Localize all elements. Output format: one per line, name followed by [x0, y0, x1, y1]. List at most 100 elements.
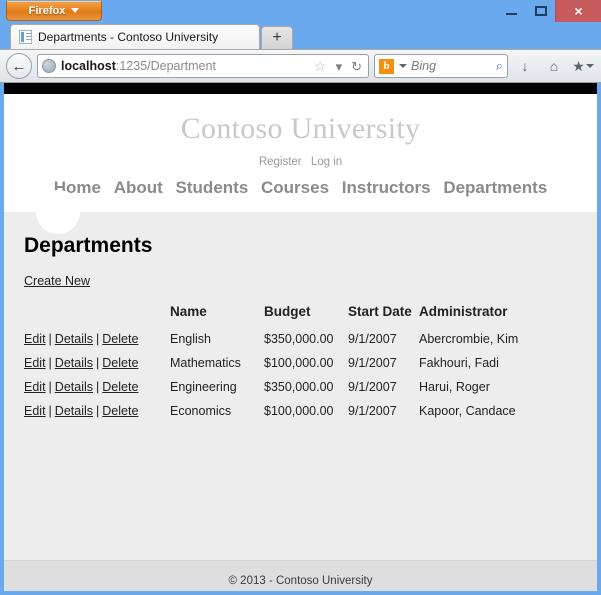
bookmarks-button[interactable]: ★	[571, 54, 595, 78]
action-separator: |	[48, 356, 52, 370]
action-separator: |	[96, 404, 100, 418]
browser-window: Firefox × Departments - Contoso Universi…	[0, 0, 601, 595]
column-header-name: Name	[170, 304, 207, 319]
new-tab-button[interactable]: +	[261, 26, 293, 49]
globe-icon	[42, 59, 56, 73]
chevron-down-icon[interactable]: ▾	[334, 60, 345, 73]
search-bar[interactable]: b Bing ⌕	[374, 54, 508, 78]
action-separator: |	[96, 356, 100, 370]
url-path: :1235/Department	[115, 59, 216, 73]
page-top-black-bar	[4, 83, 597, 94]
details-link[interactable]: Details	[55, 332, 93, 346]
column-header-start-date: Start Date	[348, 304, 412, 319]
page-viewport: Contoso University Register Log in Home …	[0, 83, 601, 595]
row-actions: Edit | Details | Delete	[24, 399, 170, 423]
cell-name: Engineering	[170, 380, 237, 394]
bookmarks-star-icon: ★	[572, 57, 585, 74]
minimize-button[interactable]	[497, 0, 526, 22]
cell-administrator: Kapoor, Candace	[419, 404, 516, 418]
delete-link[interactable]: Delete	[102, 332, 138, 346]
cell-name: Economics	[170, 404, 232, 418]
url-bar[interactable]: localhost:1235/Department ☆ ▾ ↻	[37, 54, 369, 78]
row-actions: Edit | Details | Delete	[24, 375, 170, 399]
close-button[interactable]: ×	[555, 0, 601, 22]
delete-link[interactable]: Delete	[102, 356, 138, 370]
cell-start-date: 9/1/2007	[348, 356, 397, 370]
tab-title: Departments - Contoso University	[38, 30, 219, 44]
table-row: Edit | Details | Delete Engineering $350,000.0…	[24, 375, 573, 399]
delete-link[interactable]: Delete	[102, 404, 138, 418]
reload-icon[interactable]: ↻	[349, 60, 364, 73]
chevron-down-icon	[71, 8, 80, 13]
edit-link[interactable]: Edit	[24, 404, 46, 418]
cell-administrator: Abercrombie, Kim	[419, 332, 519, 346]
home-icon: ⌂	[549, 58, 559, 74]
plus-icon: +	[272, 29, 282, 46]
url-text: localhost:1235/Department	[61, 59, 307, 73]
nav-link-instructors[interactable]: Instructors	[342, 178, 431, 197]
cell-budget: $350,000.00	[264, 380, 334, 394]
action-separator: |	[48, 332, 52, 346]
web-page: Contoso University Register Log in Home …	[4, 83, 597, 591]
minimize-icon	[506, 13, 517, 15]
row-actions: Edit | Details | Delete	[24, 327, 170, 351]
back-button[interactable]: ←	[6, 53, 32, 79]
edit-link[interactable]: Edit	[24, 332, 46, 346]
chevron-down-icon	[585, 64, 594, 68]
cell-start-date: 9/1/2007	[348, 404, 397, 418]
table-header-row: Name Budget Start Date Administrator	[24, 302, 573, 327]
cell-budget: $100,000.00	[264, 356, 334, 370]
action-separator: |	[96, 380, 100, 394]
arrow-left-icon: ←	[11, 57, 27, 75]
login-link[interactable]: Log in	[311, 156, 342, 168]
delete-link[interactable]: Delete	[102, 380, 138, 394]
action-separator: |	[96, 332, 100, 346]
footer-copyright: © 2013 - Contoso University	[228, 575, 373, 587]
table-row: Edit | Details | Delete Economics $100,000.00 9…	[24, 399, 573, 423]
row-actions: Edit | Details | Delete	[24, 351, 170, 375]
cell-administrator: Harui, Roger	[419, 380, 490, 394]
nav-link-courses[interactable]: Courses	[261, 178, 329, 197]
nav-link-students[interactable]: Students	[176, 178, 249, 197]
details-link[interactable]: Details	[55, 380, 93, 394]
search-icon[interactable]: ⌕	[496, 58, 503, 74]
chevron-down-icon[interactable]	[399, 64, 407, 68]
create-new-link[interactable]: Create New	[24, 274, 90, 288]
column-header-actions	[24, 302, 170, 327]
bing-icon: b	[379, 58, 394, 74]
cell-name: Mathematics	[170, 356, 241, 370]
cell-name: English	[170, 332, 211, 346]
details-link[interactable]: Details	[55, 356, 93, 370]
table-row: Edit | Details | Delete Mathematics $100,000.0…	[24, 351, 573, 375]
close-icon: ×	[574, 3, 583, 19]
home-button[interactable]: ⌂	[542, 54, 566, 78]
details-link[interactable]: Details	[55, 404, 93, 418]
page-footer: © 2013 - Contoso University	[4, 560, 597, 591]
bookmark-star-icon[interactable]: ☆	[312, 59, 329, 73]
register-link[interactable]: Register	[259, 156, 302, 168]
site-header: Contoso University Register Log in Home …	[4, 94, 597, 234]
url-host: localhost	[61, 59, 116, 73]
cell-start-date: 9/1/2007	[348, 332, 397, 346]
nav-link-departments[interactable]: Departments	[443, 178, 547, 197]
tab-departments[interactable]: Departments - Contoso University	[10, 24, 260, 49]
cell-administrator: Fakhouri, Fadi	[419, 356, 499, 370]
downloads-button[interactable]: ↓	[513, 54, 537, 78]
table-body: Edit | Details | Delete English $350,000.00 9/1…	[24, 327, 573, 423]
edit-link[interactable]: Edit	[24, 356, 46, 370]
search-input[interactable]: Bing	[411, 59, 492, 73]
table-header: Name Budget Start Date Administrator	[24, 302, 573, 327]
title-bar: Firefox ×	[0, 0, 601, 22]
column-header-administrator: Administrator	[419, 304, 508, 319]
firefox-menu-label: Firefox	[28, 4, 66, 17]
nav-link-about[interactable]: About	[114, 178, 163, 197]
action-separator: |	[48, 380, 52, 394]
firefox-menu-button[interactable]: Firefox	[6, 1, 102, 21]
column-header-budget: Budget	[264, 304, 311, 319]
maximize-button[interactable]	[526, 0, 555, 22]
maximize-icon	[534, 6, 547, 16]
edit-link[interactable]: Edit	[24, 380, 46, 394]
cell-budget: $100,000.00	[264, 404, 334, 418]
action-separator: |	[48, 404, 52, 418]
navigation-toolbar: ← localhost:1235/Department ☆ ▾ ↻ b Bing…	[0, 49, 601, 83]
